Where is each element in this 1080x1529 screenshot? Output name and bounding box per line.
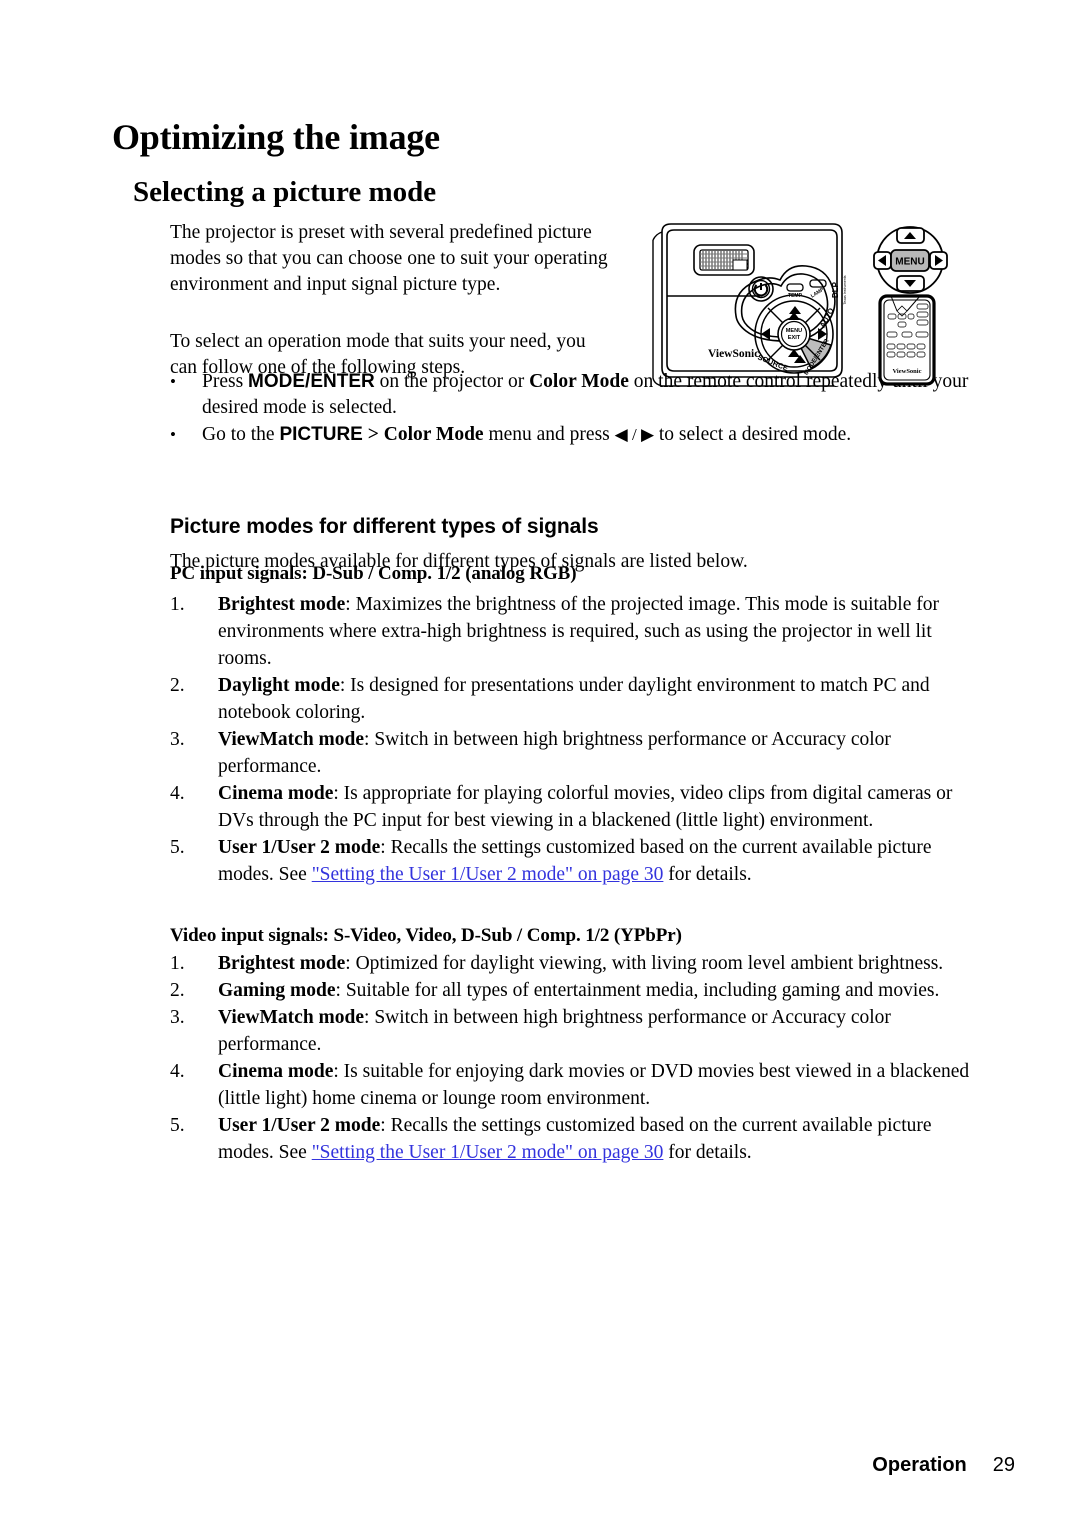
mode-description: : Suitable for all types of entertainmen…	[335, 980, 940, 1001]
list-index: 4.	[170, 1061, 185, 1082]
color-mode-key: Color Mode	[383, 424, 484, 445]
svg-text:ViewSonic: ViewSonic	[708, 348, 759, 360]
document-page: Optimizing the image Selecting a picture…	[0, 0, 1080, 1529]
mode-description: : Optimized for daylight viewing, with l…	[345, 953, 944, 974]
page-footer: Operation 29	[872, 1454, 1015, 1477]
svg-text:MENU: MENU	[895, 257, 924, 268]
bullet-pre: Press	[202, 371, 249, 392]
list-item: • Go to the PICTURE > Color Mode menu an…	[170, 422, 970, 448]
svg-text:AUTO: AUTO	[818, 306, 836, 329]
bullet-post: menu and press	[483, 424, 615, 445]
list-item: 2. Gaming mode: Suitable for all types o…	[170, 977, 982, 1004]
list-index: 1.	[170, 953, 185, 974]
list-text: User 1/User 2 mode: Recalls the settings…	[218, 834, 982, 888]
bullet-tail: to select a desired mode.	[654, 424, 852, 445]
list-index: 3.	[170, 729, 185, 750]
cross-reference-link[interactable]: "Setting the User 1/User 2 mode" on page…	[312, 1142, 664, 1163]
list-item: 1. Brightest mode: Maximizes the brightn…	[170, 591, 982, 672]
bullet-marker: •	[170, 425, 176, 444]
mode-description-tail: for details.	[663, 864, 752, 885]
video-signals-subheading: Video input signals: S-Video, Video, D-S…	[170, 925, 682, 946]
mode-name: ViewMatch mode	[218, 1007, 365, 1028]
intro-paragraph-1: The projector is preset with several pre…	[170, 221, 608, 295]
mode-name: Daylight mode	[218, 675, 340, 696]
pc-signals-subheading: PC input signals: D-Sub / Comp. 1/2 (ana…	[170, 563, 577, 584]
mode-name: Brightest mode	[218, 594, 346, 615]
projector-illustration: TEMP LAMP DLP Texas Instruments MENU EXI…	[648, 218, 966, 390]
mode-name: User 1/User 2 mode	[218, 1115, 381, 1136]
list-index: 2.	[170, 675, 185, 696]
list-text: Brightest mode: Optimized for daylight v…	[218, 950, 982, 977]
list-text: Cinema mode: Is appropriate for playing …	[218, 780, 982, 834]
svg-text:ViewSonic: ViewSonic	[892, 368, 921, 375]
list-index: 3.	[170, 1007, 185, 1028]
list-text: ViewMatch mode: Switch in between high b…	[218, 726, 982, 780]
color-mode-key: Color Mode	[529, 371, 629, 392]
list-item: 4. Cinema mode: Is suitable for enjoying…	[170, 1058, 982, 1112]
list-text: Brightest mode: Maximizes the brightness…	[218, 591, 982, 672]
list-index: 4.	[170, 783, 185, 804]
mode-name: Cinema mode	[218, 783, 334, 804]
bullet-pre: Go to the	[202, 424, 280, 445]
signals-heading: Picture modes for different types of sig…	[170, 515, 599, 538]
bullet-mid: on the projector or	[374, 371, 530, 392]
mode-name: Cinema mode	[218, 1061, 334, 1082]
svg-text:DLP: DLP	[831, 281, 840, 298]
list-item: 1. Brightest mode: Optimized for dayligh…	[170, 950, 982, 977]
list-index: 5.	[170, 837, 185, 858]
picture-menu-key: PICTURE	[279, 424, 363, 445]
svg-text:EXIT: EXIT	[788, 335, 801, 341]
list-text: Daylight mode: Is designed for presentat…	[218, 672, 982, 726]
list-item: 4. Cinema mode: Is appropriate for playi…	[170, 780, 982, 834]
left-right-arrow-icon: ◀ / ▶	[614, 425, 655, 444]
bullet-text: Go to the PICTURE > Color Mode menu and …	[202, 422, 970, 448]
list-index: 1.	[170, 594, 185, 615]
list-text: User 1/User 2 mode: Recalls the settings…	[218, 1112, 982, 1166]
list-text: Gaming mode: Suitable for all types of e…	[218, 977, 982, 1004]
list-index: 5.	[170, 1115, 185, 1136]
list-item: 3. ViewMatch mode: Switch in between hig…	[170, 1004, 982, 1058]
bullet-marker: •	[170, 372, 176, 391]
pc-signals-list: 1. Brightest mode: Maximizes the brightn…	[170, 591, 982, 888]
list-item: 3. ViewMatch mode: Switch in between hig…	[170, 726, 982, 780]
svg-text:Texas Instruments: Texas Instruments	[843, 275, 847, 304]
mode-enter-key: MODE/ENTER	[248, 371, 375, 392]
list-item: 5. User 1/User 2 mode: Recalls the setti…	[170, 1112, 982, 1166]
mode-name: ViewMatch mode	[218, 729, 365, 750]
video-signals-list: 1. Brightest mode: Optimized for dayligh…	[170, 950, 982, 1166]
cross-reference-link[interactable]: "Setting the User 1/User 2 mode" on page…	[312, 864, 664, 885]
list-index: 2.	[170, 980, 185, 1001]
mode-description-tail: for details.	[663, 1142, 752, 1163]
svg-text:MENU: MENU	[786, 328, 802, 334]
list-text: Cinema mode: Is suitable for enjoying da…	[218, 1058, 982, 1112]
section-title: Selecting a picture mode	[133, 176, 437, 209]
mode-name: Gaming mode	[218, 980, 336, 1001]
list-item: 2. Daylight mode: Is designed for presen…	[170, 672, 982, 726]
list-item: 5. User 1/User 2 mode: Recalls the setti…	[170, 834, 982, 888]
mode-name: Brightest mode	[218, 953, 346, 974]
footer-page-number: 29	[992, 1454, 1015, 1476]
bullet-separator: >	[362, 424, 384, 445]
footer-section-label: Operation	[872, 1454, 967, 1476]
mode-name: User 1/User 2 mode	[218, 837, 381, 858]
list-text: ViewMatch mode: Switch in between high b…	[218, 1004, 982, 1058]
page-title: Optimizing the image	[112, 117, 440, 158]
